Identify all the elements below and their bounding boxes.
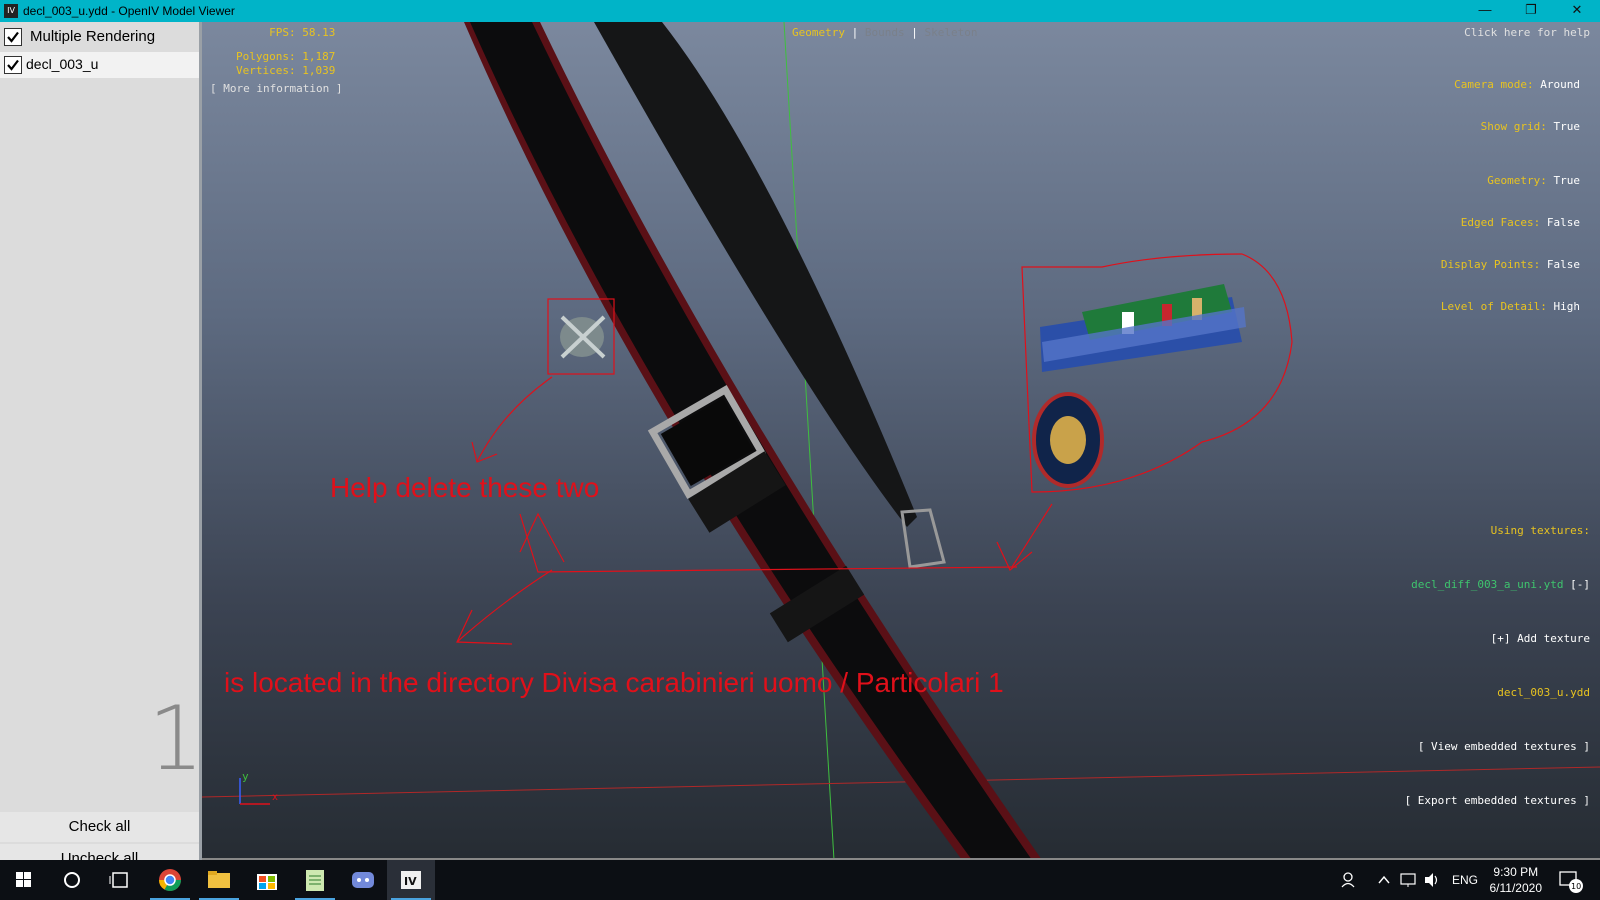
annotation-arrow — [456, 569, 553, 643]
annotation-arrowhead — [996, 541, 1033, 571]
grid-axis-green — [783, 22, 835, 858]
multiple-rendering-checkbox[interactable] — [4, 28, 22, 46]
model-viewport[interactable]: y x FPS: 58.13 Polygons: 1,187 Vertices: 1… — [202, 22, 1600, 860]
scene-canvas: y x — [202, 22, 1600, 858]
help-link[interactable]: Click here for help — [1464, 26, 1590, 39]
chevron-up-icon[interactable] — [1376, 860, 1392, 900]
volume-icon[interactable] — [1422, 860, 1442, 900]
multiple-rendering-label: Multiple Rendering — [30, 28, 156, 45]
start-icon[interactable] — [0, 860, 48, 900]
polygons-readout: Polygons: 1,187 — [236, 50, 336, 63]
file-explorer-icon[interactable] — [195, 860, 243, 900]
annotation-arrowhead — [471, 441, 498, 463]
setting-show-grid[interactable]: Show grid: True — [1441, 120, 1580, 134]
tab-bounds[interactable]: Bounds — [865, 26, 905, 39]
clock[interactable]: 9:30 PM 6/11/2020 — [1490, 864, 1543, 896]
textures-panel: Using textures: decl_diff_003_a_uni.ytd … — [1405, 486, 1590, 846]
checkmark-icon — [7, 31, 19, 43]
svg-text:IV: IV — [404, 875, 417, 888]
store-icon[interactable] — [243, 860, 291, 900]
crossed-rifles-emblem — [547, 298, 615, 375]
axis-y-label: y — [242, 770, 249, 783]
setting-edged-faces[interactable]: Edged Faces: False — [1441, 216, 1580, 230]
tab-skeleton[interactable]: Skeleton — [924, 26, 977, 39]
annotation-text: is located in the directory Divisa carab… — [224, 667, 1004, 698]
sidebar: Multiple Rendering decl_003_u 1 Check al… — [0, 22, 204, 874]
taskbar: IV ENG 9:30 PM 6/11/2020 10 — [0, 860, 1600, 900]
window-title: decl_003_u.ydd - OpenIV Model Viewer — [23, 4, 235, 18]
texture-file-link[interactable]: decl_diff_003_a_uni.ytd — [1411, 578, 1563, 591]
close-button[interactable]: ✕ — [1554, 0, 1600, 22]
model-list-item[interactable]: decl_003_u — [0, 52, 199, 78]
minimize-button[interactable]: — — [1462, 0, 1508, 22]
vertices-readout: Vertices: 1,039 — [236, 64, 336, 77]
medal-ribbons — [1040, 284, 1246, 372]
model-label: decl_003_u — [26, 56, 99, 72]
title-bar: IV decl_003_u.ydd - OpenIV Model Viewer … — [0, 0, 1600, 22]
tab-geometry[interactable]: Geometry — [792, 26, 845, 39]
discord-icon[interactable] — [339, 860, 387, 900]
task-view-icon[interactable] — [96, 860, 144, 900]
model-count: 1 — [148, 687, 204, 790]
setting-level-of-detail[interactable]: Level of Detail: High — [1441, 300, 1580, 314]
checkmark-icon — [7, 59, 19, 71]
more-information-link[interactable]: [ More information ] — [210, 82, 342, 95]
setting-display-points[interactable]: Display Points: False — [1441, 258, 1580, 272]
stats-panel: FPS: 58.13 Polygons: 1,187 Vertices: 1,039 — [236, 26, 335, 78]
annotation-arrowhead — [456, 609, 513, 645]
cortana-icon[interactable] — [48, 860, 96, 900]
setting-camera-mode[interactable]: Camera mode: Around — [1441, 78, 1580, 92]
network-icon[interactable] — [1398, 860, 1418, 900]
export-embedded-textures-link[interactable]: [ Export embedded textures ] — [1405, 792, 1590, 810]
multiple-rendering-row[interactable]: Multiple Rendering — [0, 24, 199, 50]
restore-button[interactable]: ❐ — [1508, 0, 1554, 22]
openiv-icon[interactable]: IV — [387, 860, 435, 900]
clock-date: 6/11/2020 — [1489, 881, 1543, 895]
chrome-icon[interactable] — [146, 860, 194, 900]
check-all-button[interactable]: Check all — [0, 812, 199, 842]
view-embedded-textures-link[interactable]: [ View embedded textures ] — [1405, 738, 1590, 756]
fps-readout: FPS: 58.13 — [269, 26, 336, 39]
axis-x-label: x — [272, 792, 278, 803]
annotation-arrow — [1011, 503, 1053, 568]
clock-time: 9:30 PM — [1493, 865, 1539, 879]
annotation-text: Help delete these two — [330, 472, 600, 503]
language-indicator[interactable]: ENG — [1452, 860, 1478, 900]
people-icon[interactable] — [1340, 860, 1360, 900]
model-checkbox[interactable] — [4, 56, 22, 74]
settings-panel: Camera mode: Around Show grid: True Geom… — [1441, 50, 1580, 342]
carabinieri-badge — [1032, 392, 1104, 488]
annotation-arrow — [476, 376, 553, 463]
openiv-icon: IV — [4, 4, 18, 18]
setting-geometry[interactable]: Geometry: True — [1441, 174, 1580, 188]
notification-icon[interactable]: 10 — [1556, 860, 1586, 900]
notification-count: 10 — [1571, 882, 1581, 891]
texture-remove-button[interactable]: [-] — [1570, 578, 1590, 591]
notepad-icon[interactable] — [291, 860, 339, 900]
add-texture-button[interactable]: [+] Add texture — [1405, 630, 1590, 648]
annotation-arrowhead — [519, 512, 565, 563]
view-tabs: Geometry | Bounds | Skeleton — [792, 26, 978, 39]
model-file-label: decl_003_u.ydd — [1497, 686, 1590, 699]
textures-heading: Using textures: — [1490, 524, 1590, 537]
